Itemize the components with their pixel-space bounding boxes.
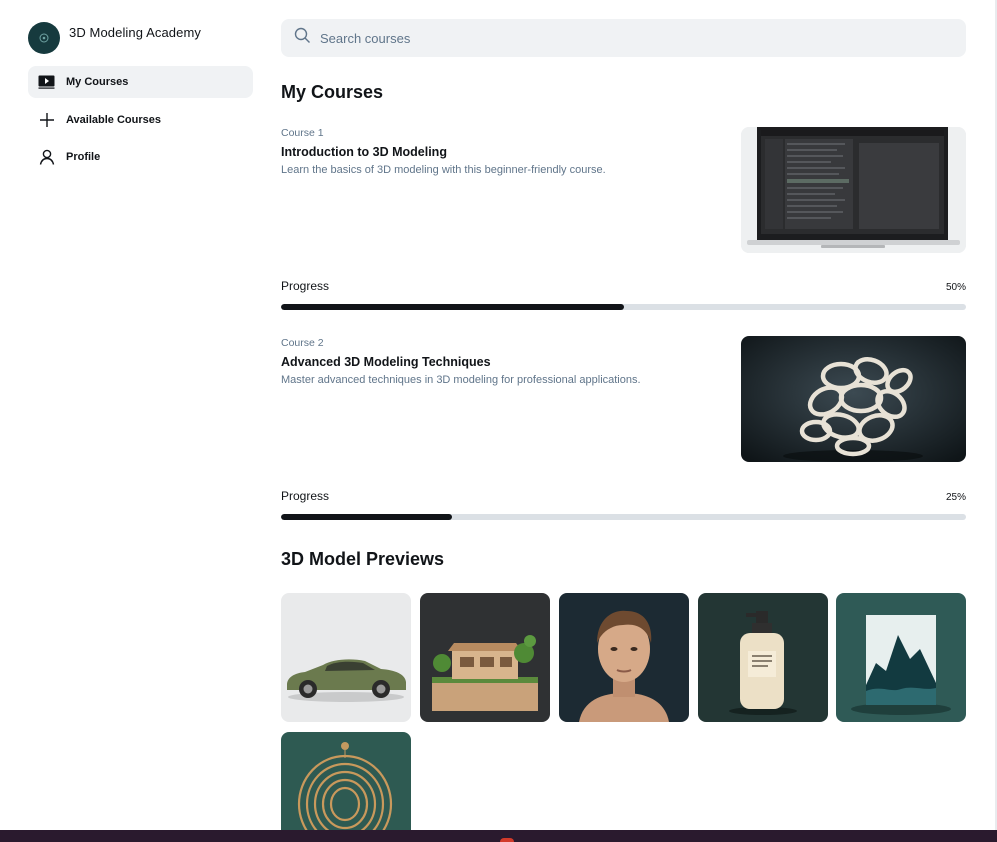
sidebar-item-my-courses[interactable]: My Courses <box>28 66 253 98</box>
progress-track <box>281 304 966 310</box>
laptop-software-image[interactable] <box>741 127 966 253</box>
main-content: My Courses Course 1 Introduction to 3D M… <box>281 0 966 830</box>
search-icon <box>294 27 311 49</box>
sidebar-item-profile[interactable]: Profile <box>28 141 253 173</box>
taskbar <box>0 830 997 842</box>
sidebar-item-available-courses[interactable]: Available Courses <box>28 104 253 136</box>
course-card[interactable]: Course 2 Advanced 3D Modeling Techniques… <box>281 336 966 462</box>
course-progress: Progress 25% <box>281 489 966 520</box>
human-head-model-preview[interactable] <box>559 593 689 722</box>
progress-fill <box>281 304 624 310</box>
sidebar: 3D Modeling Academy My Courses Available… <box>0 0 265 830</box>
search-bar[interactable] <box>281 19 966 57</box>
progress-percent: 50% <box>945 282 966 293</box>
taskbar-app-icon[interactable] <box>500 838 514 842</box>
brand-logo-icon <box>28 22 60 54</box>
my-courses-heading: My Courses <box>281 82 384 102</box>
sidebar-item-label: My Courses <box>66 76 129 88</box>
brand-name: 3D Modeling Academy <box>69 25 201 40</box>
sidebar-item-label: Available Courses <box>66 113 161 126</box>
course-card[interactable]: Course 1 Introduction to 3D Modeling Lea… <box>281 127 966 253</box>
progress-label: Progress <box>281 489 330 503</box>
course-progress: Progress 50% <box>281 279 966 310</box>
bottle-model-preview[interactable] <box>698 593 828 722</box>
play-icon <box>38 74 55 91</box>
sidebar-item-label: Profile <box>66 151 101 163</box>
sidebar-nav: My Courses Available Courses Profile <box>28 66 253 179</box>
mountain-sculpture-preview[interactable] <box>836 593 966 722</box>
previews-heading: 3D Model Previews <box>281 549 445 569</box>
spiral-sculpture-preview[interactable] <box>281 732 411 830</box>
house-model-preview[interactable] <box>420 593 550 722</box>
search-input[interactable] <box>320 30 920 46</box>
user-icon <box>38 149 55 166</box>
progress-percent: 25% <box>945 492 966 503</box>
car-model-preview[interactable] <box>281 593 411 722</box>
brand: 3D Modeling Academy <box>28 22 201 54</box>
progress-track <box>281 514 966 520</box>
plus-icon <box>38 111 55 128</box>
progress-label: Progress <box>281 279 330 293</box>
tangled-rope-sculpture-image[interactable] <box>741 336 966 462</box>
progress-fill <box>281 514 453 520</box>
